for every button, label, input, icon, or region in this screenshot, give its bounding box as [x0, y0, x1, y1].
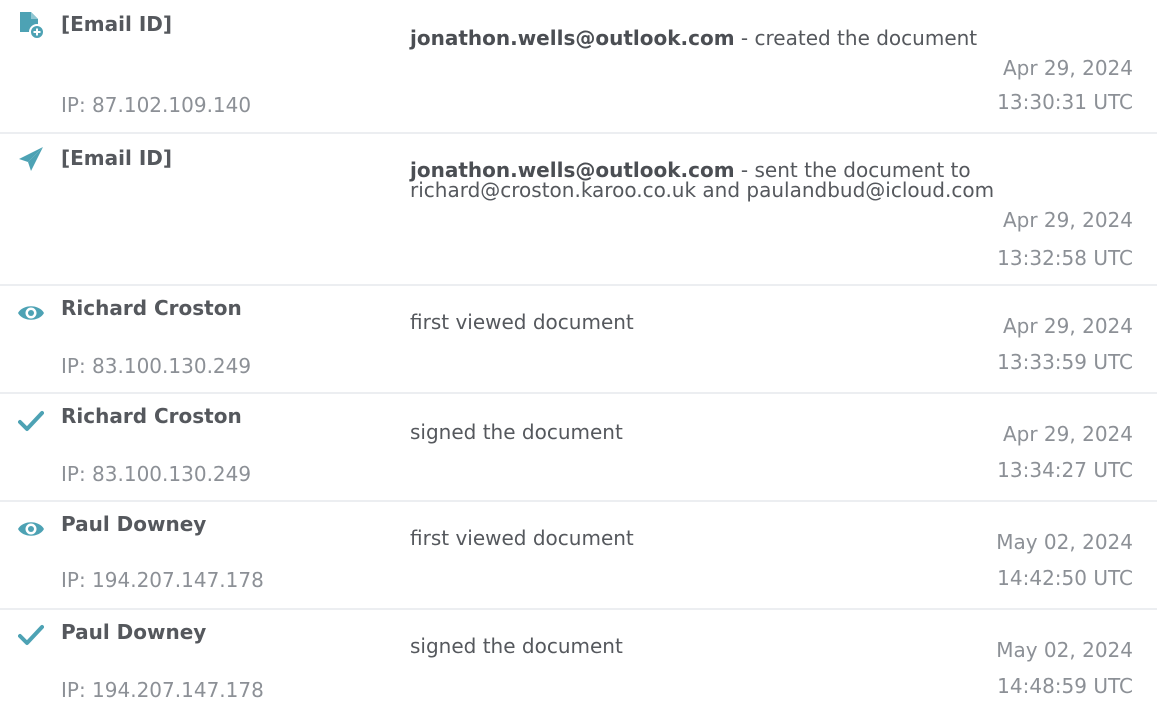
checkmark-icon: [16, 620, 46, 650]
action-text: signed the document: [410, 420, 623, 444]
actor-name: [Email ID]: [61, 12, 172, 36]
event-date: May 02, 2024: [996, 530, 1133, 554]
checkmark-icon: [16, 406, 46, 436]
event-time: 13:33:59 UTC: [997, 350, 1133, 374]
actor-name: Richard Croston: [61, 404, 242, 428]
ip-address: IP: 194.207.147.178: [61, 678, 264, 702]
event-time: 14:48:59 UTC: [997, 674, 1133, 698]
event-time: 13:30:31 UTC: [997, 90, 1133, 114]
history-row: Richard Croston IP: 83.100.130.249 first…: [0, 286, 1157, 392]
action-description: jonathon.wells@outlook.com - sent the do…: [410, 160, 1030, 200]
ip-address: IP: 194.207.147.178: [61, 568, 264, 592]
event-date: Apr 29, 2024: [1002, 208, 1133, 232]
action-description: jonathon.wells@outlook.com - created the…: [410, 28, 1050, 48]
event-time: 13:34:27 UTC: [997, 458, 1133, 482]
eye-icon: [16, 514, 46, 544]
actor-name: [Email ID]: [61, 146, 172, 170]
actor-name: Paul Downey: [61, 512, 207, 536]
action-user-email: jonathon.wells@outlook.com: [410, 26, 735, 50]
action-text: - created the document: [734, 26, 978, 50]
action-description: signed the document: [410, 636, 1050, 656]
action-description: first viewed document: [410, 528, 1050, 548]
ip-address: IP: 87.102.109.140: [61, 93, 252, 117]
action-text: first viewed document: [410, 526, 634, 550]
event-date: Apr 29, 2024: [1002, 56, 1133, 80]
history-row: Richard Croston IP: 83.100.130.249 signe…: [0, 394, 1157, 500]
event-date: May 02, 2024: [996, 638, 1133, 662]
eye-icon: [16, 298, 46, 328]
actor-name: Richard Croston: [61, 296, 242, 320]
event-time: 14:42:50 UTC: [997, 566, 1133, 590]
document-add-icon: [16, 10, 46, 40]
history-row: Paul Downey IP: 194.207.147.178 first vi…: [0, 502, 1157, 608]
actor-name: Paul Downey: [61, 620, 207, 644]
action-description: signed the document: [410, 422, 1050, 442]
history-row: Paul Downey IP: 194.207.147.178 signed t…: [0, 610, 1157, 711]
event-time: 13:32:58 UTC: [997, 246, 1133, 270]
action-text: first viewed document: [410, 310, 634, 334]
paper-plane-icon: [16, 144, 46, 174]
event-date: Apr 29, 2024: [1002, 422, 1133, 446]
event-date: Apr 29, 2024: [1002, 314, 1133, 338]
history-row: [Email ID] jonathon.wells@outlook.com - …: [0, 134, 1157, 284]
history-row: [Email ID] IP: 87.102.109.140 jonathon.w…: [0, 0, 1157, 132]
ip-address: IP: 83.100.130.249: [61, 354, 252, 378]
action-text: signed the document: [410, 634, 623, 658]
ip-address: IP: 83.100.130.249: [61, 462, 252, 486]
action-description: first viewed document: [410, 312, 1050, 332]
